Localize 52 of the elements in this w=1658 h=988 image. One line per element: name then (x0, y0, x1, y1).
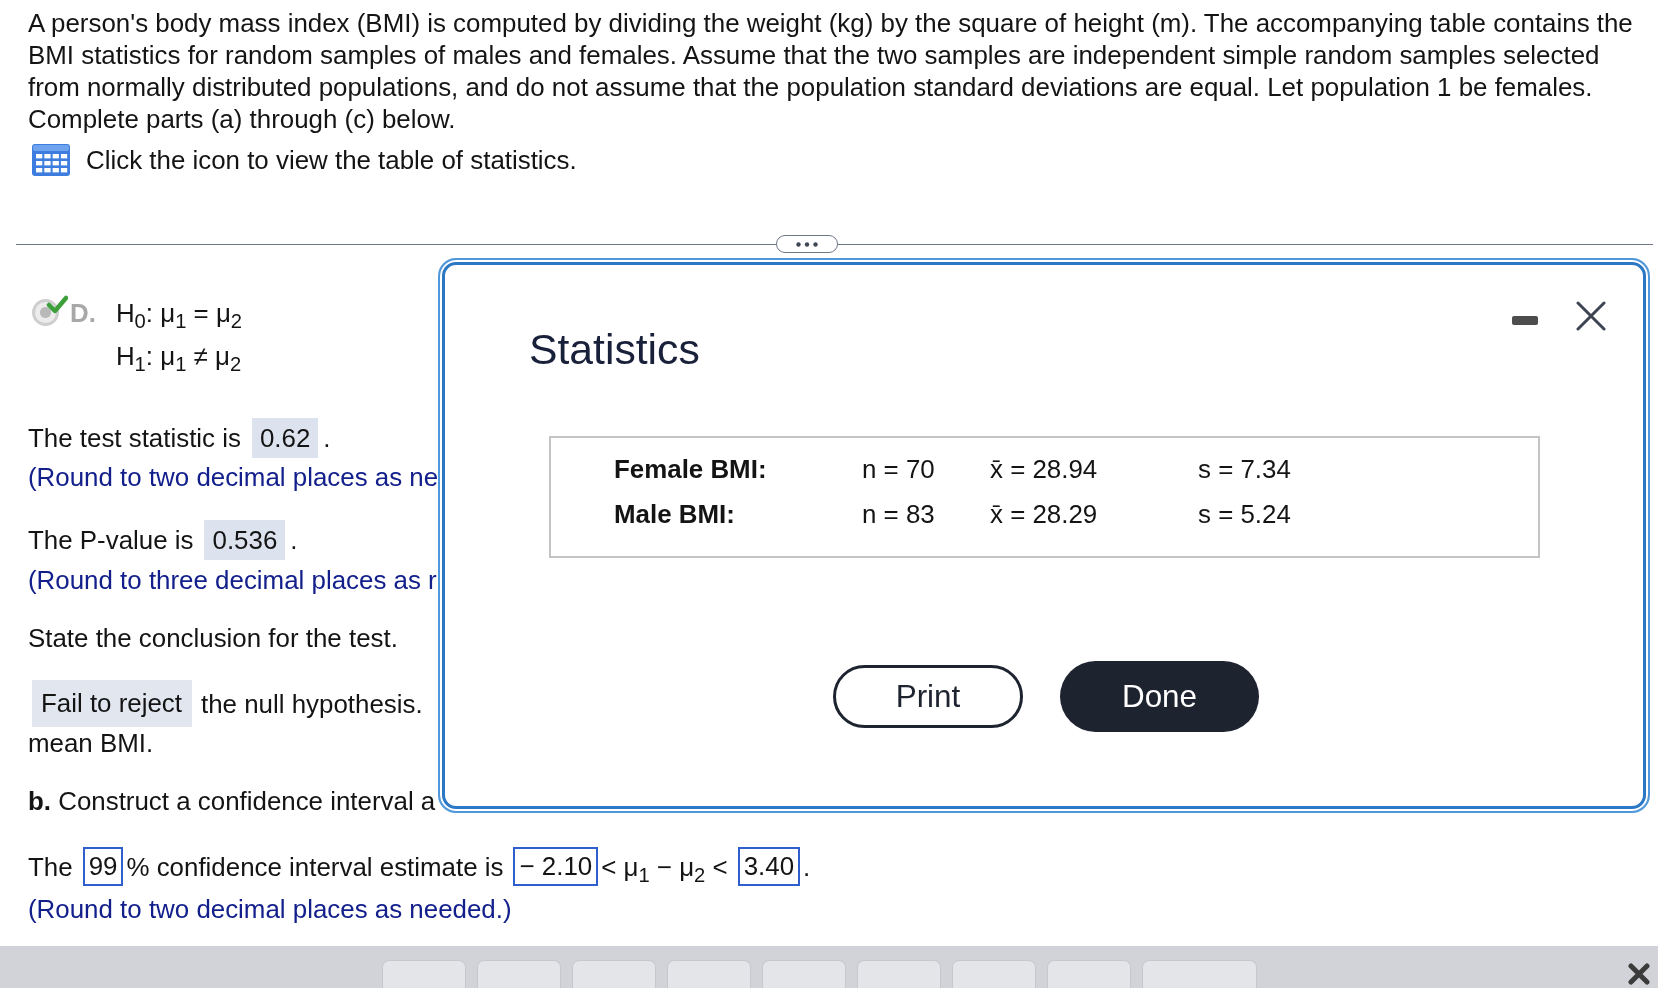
palette-button[interactable] (382, 960, 466, 988)
palette-button[interactable] (1142, 960, 1257, 988)
interval-text: < μ$_{1}$ − μ$_{2}$ < (601, 851, 728, 883)
close-icon[interactable] (1576, 301, 1606, 331)
problem-text: A person's body mass index (BMI) is computed by dividing the weight (kg) by the square of height (m). The accompanying table contains the BMI statistics for random samples of males and females. Assume that the two samples are independent simple random samples selected from normally distributed populations, and do not assume that the population standard deviations are equal. Let population 1 be females. Complete parts (a) through (c) below. (28, 8, 1634, 135)
table-prompt-text: Click the icon to view the table of statistics. (86, 145, 577, 176)
row-label: Male BMI: (614, 499, 735, 530)
table-cell-text: s = 7.34 (1198, 454, 1291, 485)
palette-button[interactable] (857, 960, 941, 988)
answer-field[interactable]: 0.536 (204, 520, 286, 560)
period-text: . (290, 525, 298, 556)
palette-button[interactable] (762, 960, 846, 988)
table-cell-text: n = 83 (862, 499, 935, 530)
table-cell-text: x̄ = 28.94 (990, 454, 1098, 485)
expand-handle[interactable] (776, 235, 838, 253)
conclusion-text: mean BMI. (28, 728, 154, 759)
interval-text: . (803, 851, 811, 883)
palette-button[interactable] (572, 960, 656, 988)
close-icon[interactable] (1628, 963, 1650, 985)
period-text: . (323, 423, 331, 454)
minimize-icon[interactable] (1512, 315, 1538, 325)
answer-field[interactable]: 3.40 (737, 847, 801, 886)
question-text: b. Construct a confidence interval a (28, 786, 436, 817)
answer-field[interactable]: 0.62 (251, 418, 319, 458)
answer-field[interactable]: − 2.10 (513, 847, 599, 886)
answer-field[interactable]: 99 (82, 847, 124, 886)
print-button[interactable]: Print (833, 665, 1023, 728)
hypothesis-text: H$_{1}$: μ$_{1}$ ≠ μ$_{2}$ (115, 341, 242, 378)
dialog-title: Statistics (529, 324, 700, 374)
interval-text: % confidence interval estimate is (126, 851, 504, 883)
question-text: State the conclusion for the test. (28, 623, 398, 654)
palette-button[interactable] (952, 960, 1036, 988)
table-icon[interactable] (32, 144, 70, 176)
question-text: The P-value is (28, 525, 194, 556)
palette-button[interactable] (667, 960, 751, 988)
question-text: The test statistic is (28, 423, 241, 454)
interval-text: The (28, 851, 73, 883)
hint-text: (Round to two decimal places as needed.) (28, 894, 512, 925)
done-button[interactable]: Done (1060, 661, 1259, 732)
palette-button[interactable] (477, 960, 561, 988)
row-label: Female BMI: (614, 454, 767, 485)
table-cell-text: n = 70 (862, 454, 935, 485)
conclusion-text: the null hypothesis. (201, 688, 423, 720)
palette-button[interactable] (1047, 960, 1131, 988)
table-cell-text: x̄ = 28.29 (990, 499, 1098, 530)
hint-text: (Round to two decimal places as ne (28, 462, 439, 493)
hypothesis-text: H$_{0}$: μ$_{1}$ = μ$_{2}$ (115, 298, 243, 335)
option-letter: D. (70, 298, 96, 329)
table-cell-text: s = 5.24 (1198, 499, 1291, 530)
ellipsis-icon (796, 241, 818, 247)
answer-dropdown[interactable]: Fail to reject (32, 680, 192, 727)
hint-text: (Round to three decimal places as r (28, 565, 437, 596)
